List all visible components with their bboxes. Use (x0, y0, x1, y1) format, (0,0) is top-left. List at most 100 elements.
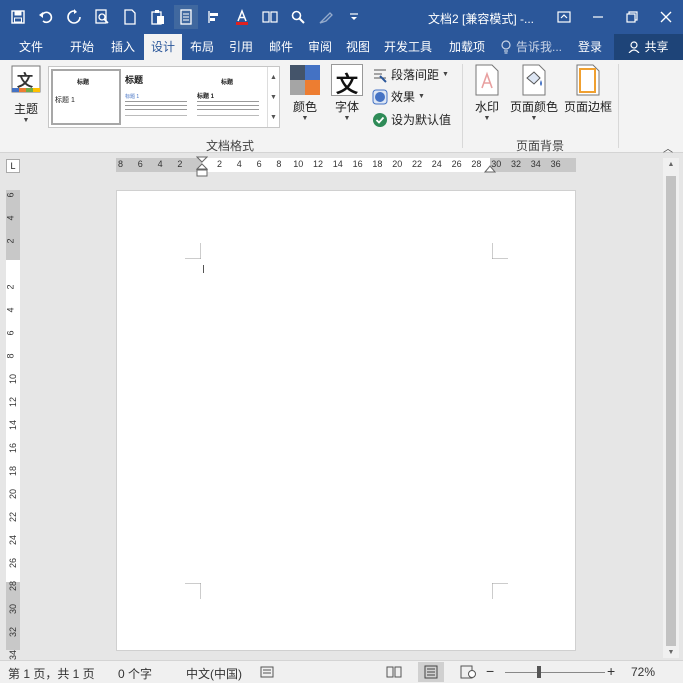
vertical-ruler[interactable]: 6 4 2 2 4 6 8 10 12 14 16 18 20 22 24 26 28 30 32 34 (5, 190, 20, 660)
group-page-background: 页面背景 (515, 139, 564, 153)
ribbon-display-icon[interactable] (547, 0, 581, 34)
effects-button[interactable]: 效果 ▼ (372, 88, 425, 105)
font-color-icon[interactable] (230, 5, 254, 29)
style-thumb-1-title: 标题 (77, 80, 90, 86)
chevron-down-icon: ▼ (22, 117, 30, 124)
tab-view[interactable]: 视图 (340, 34, 376, 60)
read-mode-icon[interactable] (386, 665, 402, 679)
undo-icon[interactable] (34, 5, 58, 29)
style-thumb-2-heading: 标题 1 (125, 94, 140, 100)
ruler-number: 18 (372, 159, 383, 169)
gallery-down-icon[interactable]: ▼ (270, 94, 277, 101)
set-default-button[interactable]: 设为默认值 (372, 111, 451, 128)
style-thumb-2-title: 标题 (125, 75, 144, 85)
ruler-number: 6 (137, 159, 143, 169)
chevron-down-icon: ▼ (343, 115, 351, 122)
paragraph-spacing-button[interactable]: 段落间距 ▼ (372, 66, 449, 83)
checkmark-icon (373, 112, 387, 127)
tab-layout[interactable]: 布局 (184, 34, 220, 60)
tab-review[interactable]: 审阅 (302, 34, 338, 60)
tab-references[interactable]: 引用 (222, 34, 260, 60)
colors-button[interactable]: 颜色 ▼ (286, 64, 324, 123)
style-thumb-1[interactable]: 标题 标题 1 (51, 69, 121, 125)
redo-icon[interactable] (62, 5, 86, 29)
ruler-number: 10 (293, 159, 304, 169)
watermark-button[interactable]: 水印 ▼ (468, 64, 506, 123)
ruler-number: 2 (5, 284, 16, 290)
lightbulb-icon (501, 40, 511, 54)
themes-icon: 文 (10, 64, 42, 98)
style-thumb-3[interactable]: 标题 标题 1 (197, 69, 267, 125)
horizontal-ruler[interactable]: 8 6 4 2 2 4 6 8 10 12 14 16 18 20 22 24 26 28 30 32 34 36 (116, 156, 576, 177)
indent-marker-icon[interactable] (196, 156, 208, 180)
style-thumb-3-title: 标题 (221, 80, 234, 86)
gallery-up-icon[interactable]: ▲ (270, 74, 277, 81)
close-icon[interactable] (649, 0, 683, 34)
print-layout-button[interactable] (418, 662, 444, 682)
customize-icon[interactable] (342, 5, 366, 29)
page-color-label: 页面颜色 (509, 100, 558, 114)
find-icon[interactable] (286, 5, 310, 29)
vertical-scrollbar[interactable]: ▲ ▼ (663, 158, 679, 658)
tab-insert[interactable]: 插入 (104, 34, 142, 60)
fonts-label: 字体 (334, 100, 359, 114)
margin-corner-bl (185, 583, 201, 599)
page-color-button[interactable]: 页面颜色 ▼ (508, 64, 560, 123)
document-page[interactable] (116, 190, 576, 651)
tab-file[interactable]: 文件 (8, 34, 54, 60)
themes-button[interactable]: 文 主题 ▼ (6, 64, 46, 125)
ruler-number: 4 (236, 159, 242, 169)
colors-label: 颜色 (292, 100, 317, 114)
paste-icon[interactable] (146, 5, 170, 29)
page-borders-button[interactable]: 页面边框 (562, 64, 614, 115)
zoom-in-button[interactable]: + (607, 663, 615, 679)
format-painter-icon[interactable] (314, 5, 338, 29)
share-button[interactable]: 共享 (614, 34, 683, 60)
tab-design[interactable]: 设计 (144, 34, 182, 60)
tab-developer[interactable]: 开发工具 (378, 34, 438, 60)
word-count[interactable]: 0 个字 (118, 665, 152, 682)
zoom-out-button[interactable]: − (486, 663, 494, 679)
minimize-icon[interactable] (581, 0, 615, 34)
tab-mailings[interactable]: 邮件 (262, 34, 300, 60)
language-indicator[interactable]: 中文(中国) (186, 665, 242, 682)
status-bar: 第 1 页，共 1 页 0 个字 中文(中国) − + 72% (0, 660, 683, 683)
print-preview-icon[interactable] (90, 5, 114, 29)
tab-selector[interactable]: L (6, 159, 20, 173)
tab-home[interactable]: 开始 (62, 34, 102, 60)
style-thumb-3-heading: 标题 1 (197, 94, 215, 100)
zoom-slider-thumb[interactable] (537, 666, 541, 678)
chevron-down-icon: ▼ (418, 92, 425, 100)
ruler-number: 12 (313, 159, 324, 169)
tell-me-box[interactable]: 告诉我... (500, 34, 562, 60)
ruler-number: 28 (8, 580, 19, 592)
restore-icon[interactable] (615, 0, 649, 34)
ribbon: 文 主题 ▼ 标题 标题 1 标题 标题 1 标题 标题 1 ▲ ▼ ▼ 颜色 … (0, 60, 683, 155)
web-layout-icon[interactable] (460, 665, 476, 679)
align-icon[interactable] (202, 5, 226, 29)
style-thumb-1-heading: 标题 1 (55, 97, 75, 104)
zoom-slider-track[interactable] (505, 672, 605, 673)
scroll-up-icon[interactable]: ▲ (663, 158, 679, 172)
gallery-more-icon[interactable]: ▼ (270, 114, 277, 121)
collapse-ribbon-icon[interactable]: ︿ (663, 140, 673, 155)
macro-record-icon[interactable] (260, 665, 274, 679)
scroll-down-icon[interactable]: ▼ (663, 646, 679, 660)
ruler-number: 36 (550, 159, 561, 169)
fonts-button[interactable]: 文 字体 ▼ (328, 64, 366, 123)
ruler-number: 4 (5, 307, 16, 313)
scrollbar-thumb[interactable] (666, 176, 676, 646)
ruler-number: 30 (8, 603, 19, 615)
page-count[interactable]: 第 1 页，共 1 页 (8, 665, 95, 682)
document-icon[interactable] (174, 5, 198, 29)
tab-addins[interactable]: 加载项 (442, 34, 492, 60)
columns-icon[interactable] (258, 5, 282, 29)
style-thumb-2[interactable]: 标题 标题 1 (125, 69, 195, 125)
login-link[interactable]: 登录 (578, 34, 602, 60)
new-doc-icon[interactable] (118, 5, 142, 29)
right-indent-marker-icon[interactable] (484, 164, 496, 174)
save-icon[interactable] (6, 5, 30, 29)
chevron-down-icon: ▼ (301, 115, 309, 122)
zoom-level[interactable]: 72% (631, 665, 655, 679)
quick-access-toolbar (6, 4, 370, 30)
